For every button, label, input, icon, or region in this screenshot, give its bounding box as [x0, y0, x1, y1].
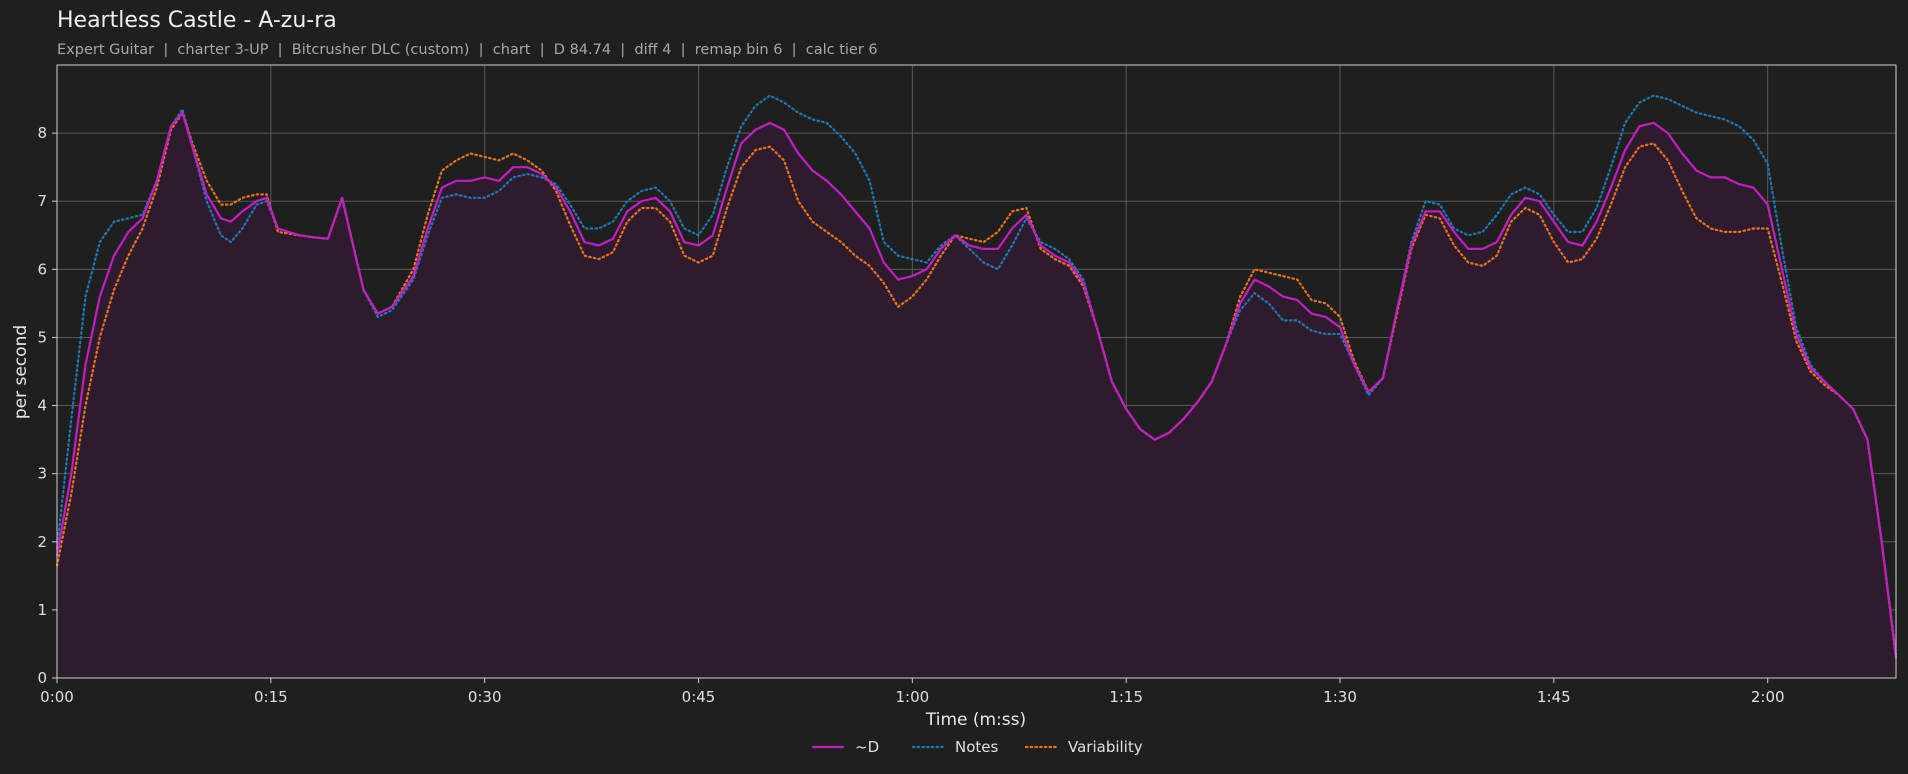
x-tick-label: 0:45 — [682, 688, 716, 706]
x-tick-label: 1:00 — [896, 688, 930, 706]
y-tick-label: 3 — [37, 465, 47, 483]
legend: ~D Notes Variability — [811, 738, 1143, 756]
y-tick-label: 4 — [37, 397, 47, 415]
y-axis-label: per second — [11, 325, 31, 419]
y-tick-label: 8 — [37, 124, 47, 142]
x-tick-label: 1:30 — [1323, 688, 1357, 706]
legend-label: ~D — [855, 738, 879, 756]
y-tick-label: 5 — [37, 328, 47, 346]
y-tick-label: 1 — [37, 601, 47, 619]
x-tick-label: 0:30 — [468, 688, 502, 706]
x-tick-label: 1:15 — [1109, 688, 1143, 706]
x-tick-label: 1:45 — [1537, 688, 1571, 706]
y-tick-label: 2 — [37, 533, 47, 551]
chart: Heartless Castle - A-zu-ra Expert Guitar… — [11, 8, 1898, 756]
y-tick-label: 0 — [37, 669, 47, 687]
x-tick-label: 0:15 — [254, 688, 288, 706]
y-tick-label: 6 — [37, 260, 47, 278]
chart-subtitle: Expert Guitar | charter 3-UP | Bitcrushe… — [57, 42, 878, 58]
chart-title: Heartless Castle - A-zu-ra — [57, 8, 337, 33]
x-tick-label: 0:00 — [40, 688, 74, 706]
y-tick-label: 7 — [37, 192, 47, 210]
x-axis-label: Time (m:ss) — [925, 710, 1026, 730]
plot-area: 0:00 0:15 0:30 0:45 1:00 1:15 1:30 1:45 2:00 0 1 2 3… — [37, 64, 1898, 706]
legend-label: Variability — [1068, 738, 1143, 756]
area-fill-d — [57, 112, 1896, 678]
x-tick-label: 2:00 — [1751, 688, 1785, 706]
legend-label: Notes — [955, 738, 999, 756]
